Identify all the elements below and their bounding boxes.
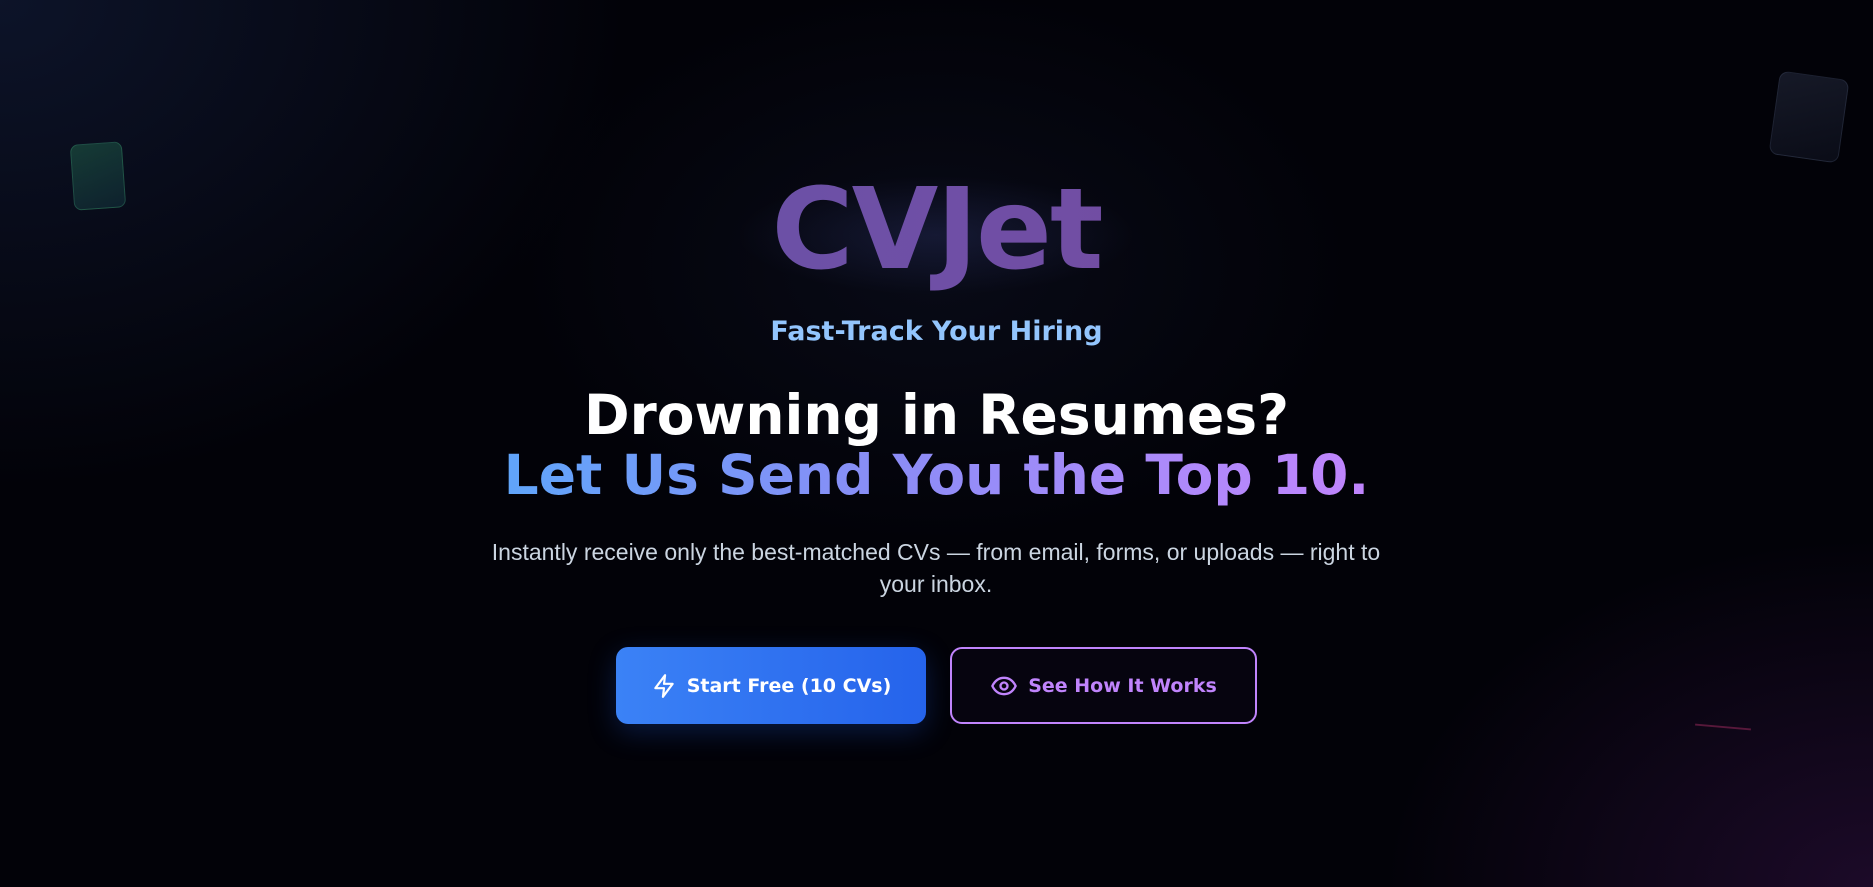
- brand-tagline: Fast-Track Your Hiring: [770, 316, 1103, 347]
- see-how-it-works-button-label: See How It Works: [1028, 674, 1217, 697]
- eye-icon: [990, 672, 1018, 700]
- hero-headline-line1: Drowning in Resumes?: [583, 383, 1289, 447]
- hero-subtext: Instantly receive only the best-matched …: [491, 539, 1381, 597]
- decorative-line: [1695, 723, 1751, 731]
- see-how-it-works-button[interactable]: See How It Works: [950, 647, 1257, 724]
- start-free-button[interactable]: Start Free (10 CVs): [616, 647, 926, 724]
- decorative-floating-card: [1768, 70, 1850, 164]
- start-free-button-label: Start Free (10 CVs): [686, 674, 892, 697]
- hero-headline-line2: Let Us Send You the Top 10.: [503, 443, 1370, 507]
- brand-logo: CVJet: [0, 160, 1873, 300]
- landing-page: CVJet Fast-Track Your Hiring Drowning in…: [0, 0, 1873, 887]
- hero-headline-line2-wrapper: Let Us Send You the Top 10.: [0, 441, 1873, 509]
- lightning-bolt-icon: [651, 673, 677, 699]
